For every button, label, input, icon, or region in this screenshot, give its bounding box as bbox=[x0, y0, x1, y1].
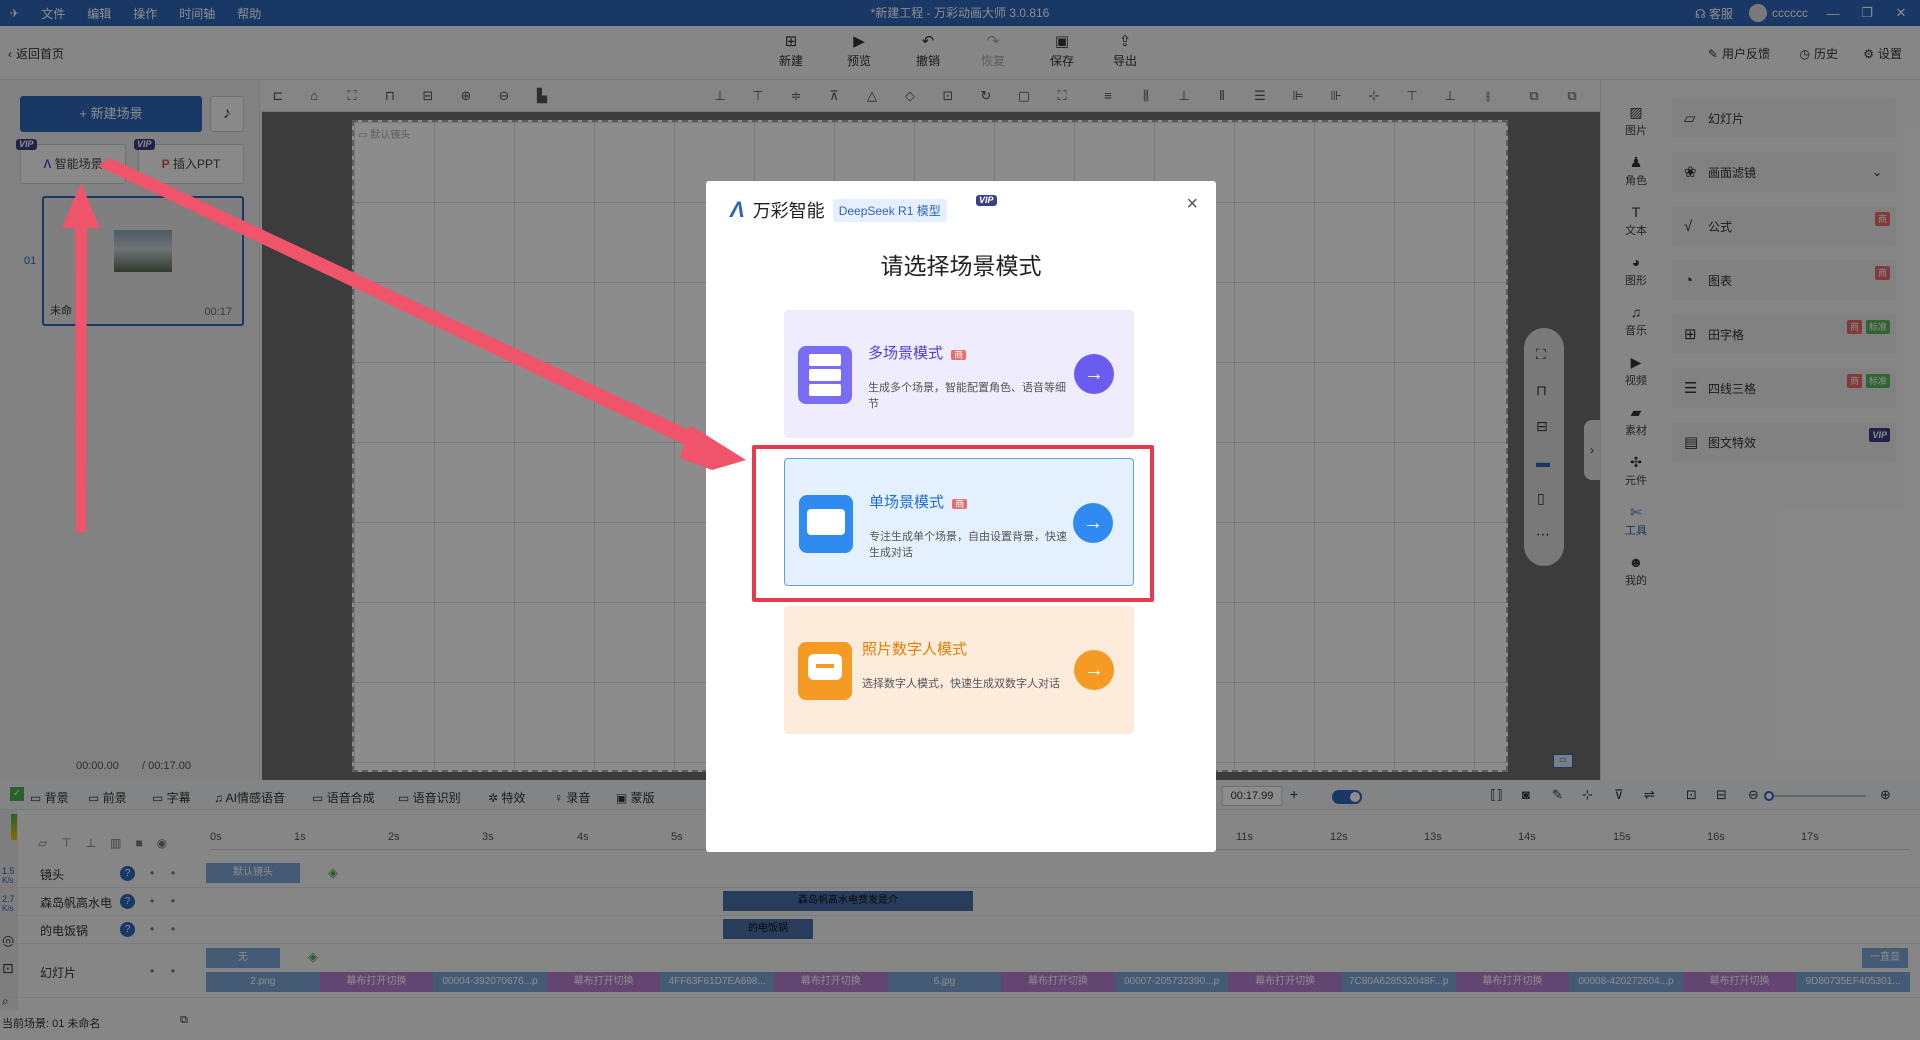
scene-mode-dialog: Λ 万彩智能 DeepSeek R1 模型 VIP × 请选择场景模式 多场景模… bbox=[706, 181, 1216, 852]
brand-name: 万彩智能 bbox=[752, 201, 825, 221]
commercial-tag: 商 bbox=[951, 350, 967, 360]
brand-logo-icon: Λ bbox=[730, 197, 745, 222]
photo-avatar-mode-card[interactable]: 照片数字人模式 选择数字人模式，快速生成双数字人对话 → bbox=[784, 606, 1134, 734]
arrow-right-icon[interactable]: → bbox=[1074, 354, 1114, 394]
chat-avatar-icon bbox=[798, 642, 852, 700]
vip-badge: VIP bbox=[976, 195, 997, 206]
arrow-right-icon[interactable]: → bbox=[1074, 650, 1114, 690]
dialog-heading: 请选择场景模式 bbox=[880, 253, 1042, 279]
model-badge: DeepSeek R1 模型 bbox=[832, 198, 947, 222]
mode-description: 选择数字人模式，快速生成双数字人对话 bbox=[862, 678, 1060, 690]
multi-scene-mode-card[interactable]: 多场景模式 商 生成多个场景，智能配置角色、语音等细节 → bbox=[784, 310, 1134, 438]
mode-description: 生成多个场景，智能配置角色、语音等细节 bbox=[868, 382, 1066, 410]
close-dialog-button[interactable]: × bbox=[1186, 193, 1198, 216]
mode-title: 照片数字人模式 bbox=[862, 641, 968, 658]
mode-title: 多场景模式 商 bbox=[868, 342, 967, 363]
highlight-box bbox=[752, 445, 1154, 602]
film-icon bbox=[798, 346, 852, 404]
dialog-header: Λ 万彩智能 DeepSeek R1 模型 bbox=[730, 197, 947, 223]
